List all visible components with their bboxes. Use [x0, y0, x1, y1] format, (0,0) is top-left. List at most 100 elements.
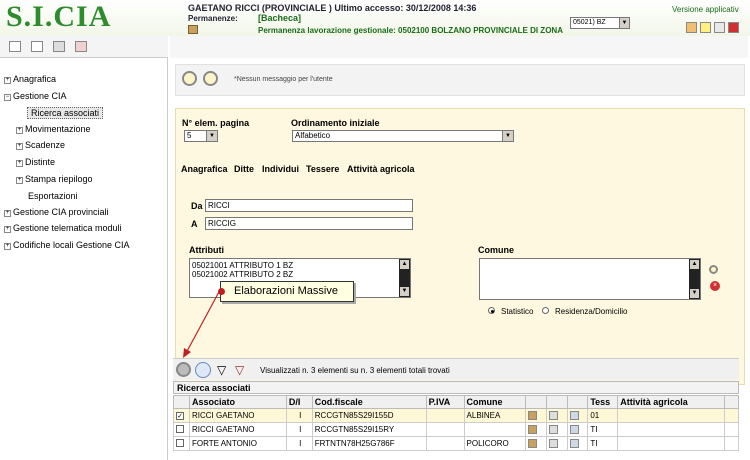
tree-item-scadenze[interactable]: + Scadenze [16, 140, 65, 150]
col-tess[interactable]: Tess [587, 395, 619, 409]
table-row[interactable]: FORTE ANTONIO I FRTNTN78H25G786F POLICOR… [173, 436, 740, 451]
search-comune-icon[interactable] [709, 265, 718, 274]
tree-item-ricerca-associati[interactable]: Ricerca associati [27, 107, 104, 119]
attributi-label: Attributi [189, 245, 224, 255]
da-label: Da [191, 201, 203, 211]
chevron-down-icon: ▼ [502, 131, 513, 141]
col-piva[interactable]: P.IVA [425, 395, 465, 409]
results-table: Associato D/I Cod.fiscale P.IVA Comune T… [173, 395, 740, 451]
scroll-up-icon[interactable]: ▲ [690, 260, 699, 269]
expand-icon[interactable]: + [16, 143, 23, 150]
cell-piva [425, 408, 465, 423]
radio-residenza[interactable] [542, 307, 549, 314]
expand-icon[interactable]: + [4, 226, 11, 233]
document-icon[interactable] [53, 41, 65, 52]
tree-item-codifiche-locali[interactable]: + Codifiche locali Gestione CIA [4, 240, 130, 250]
logout-icon[interactable] [728, 22, 739, 33]
scroll-down-icon[interactable]: ▼ [400, 287, 409, 296]
tools-icon[interactable] [570, 425, 580, 435]
office-select[interactable]: 05021) BZ ▼ [570, 17, 630, 29]
page-size-select[interactable]: 5 ▼ [184, 130, 218, 142]
scroll-up-icon[interactable]: ▲ [400, 260, 409, 269]
cell-comune: POLICORO [463, 436, 527, 451]
tools-icon[interactable] [570, 411, 580, 421]
expand-icon[interactable]: + [16, 160, 23, 167]
expand-icon[interactable]: + [4, 77, 11, 84]
results-title: Ricerca associati [173, 381, 739, 394]
tab-individui[interactable]: Individui [262, 164, 299, 174]
tree-item-distinte[interactable]: + Distinte [16, 157, 55, 167]
row-checkbox[interactable] [176, 438, 184, 447]
tab-ditte[interactable]: Ditte [234, 164, 254, 174]
table-row[interactable]: ✓ RICCI GAETANO I RCCGTN85S29I155D ALBIN… [173, 408, 740, 423]
scrollbar[interactable]: ▲ ▼ [399, 259, 410, 297]
tree-item-gestione-cia-provinciali[interactable]: + Gestione CIA provinciali [4, 207, 109, 217]
a-input[interactable]: RICCIG [205, 217, 413, 230]
radio-statistico[interactable] [488, 307, 495, 314]
scrollbar[interactable]: ▲ ▼ [689, 259, 700, 299]
building-icon [188, 25, 198, 34]
gear-icon[interactable] [176, 362, 191, 377]
tree-item-gestione-telematica-moduli[interactable]: + Gestione telematica moduli [4, 223, 122, 233]
tab-attivita-agricola[interactable]: Attività agricola [347, 164, 415, 174]
list-item[interactable]: 05021001 ATTRIBUTO 1 BZ [192, 261, 408, 270]
collapse-all-icon[interactable] [31, 41, 43, 52]
expand-icon[interactable]: + [4, 210, 11, 217]
office-select-value: 05021) BZ [573, 19, 606, 26]
filter-icon[interactable]: ▽ [217, 364, 226, 376]
advanced-search-icon[interactable] [203, 71, 218, 86]
tab-tessere[interactable]: Tessere [306, 164, 339, 174]
person-card-icon[interactable] [528, 439, 538, 449]
cell-associato: RICCI GAETANO [188, 422, 287, 437]
collapse-icon[interactable]: − [4, 94, 11, 101]
books-icon[interactable] [686, 22, 697, 33]
cell-comune: ALBINEA [463, 408, 527, 423]
col-attivita[interactable]: Attività agricola [617, 395, 725, 409]
col-di[interactable]: D/I [285, 395, 313, 409]
note-icon[interactable] [700, 22, 711, 33]
tree-item-anagrafica[interactable]: + Anagrafica [4, 74, 56, 84]
scroll-down-icon[interactable]: ▼ [690, 289, 699, 298]
tree-item-esportazioni[interactable]: Esportazioni [28, 191, 78, 201]
filter-remove-icon[interactable]: ▽ [235, 364, 244, 376]
tree-item-label: Movimentazione [25, 124, 91, 134]
order-label: Ordinamento iniziale [291, 118, 380, 128]
table-row[interactable]: RICCI GAETANO I RCCGTN85S29I15RY TI [173, 422, 740, 437]
col-action-3 [567, 395, 589, 409]
tree-item-stampa-riepilogo[interactable]: + Stampa riepilogo [16, 174, 93, 184]
comune-list[interactable]: ▲ ▼ [479, 258, 701, 300]
cell-cf: RCCGTN85S29I155D [311, 408, 427, 423]
expand-icon[interactable]: + [4, 243, 11, 250]
search-icon[interactable] [182, 71, 197, 86]
tools-icon[interactable] [570, 439, 580, 449]
info-icon[interactable] [195, 362, 211, 378]
tab-anagrafica[interactable]: Anagrafica [181, 164, 228, 174]
detail-icon[interactable] [549, 425, 559, 435]
expand-all-icon[interactable] [9, 41, 21, 52]
tree-item-movimentazione[interactable]: + Movimentazione [16, 124, 91, 134]
clear-comune-icon[interactable]: × [710, 281, 720, 291]
home-icon[interactable] [714, 22, 725, 33]
col-associato[interactable]: Associato [188, 395, 287, 409]
bacheca-link[interactable]: [Bacheca] [258, 13, 301, 23]
print-icon[interactable] [75, 41, 87, 52]
col-comune[interactable]: Comune [463, 395, 527, 409]
cell-attivita [617, 436, 725, 451]
person-card-icon[interactable] [528, 411, 538, 421]
expand-icon[interactable]: + [16, 127, 23, 134]
navigation-tree: + Anagrafica − Gestione CIA Ricerca associ… [0, 58, 168, 460]
person-card-icon[interactable] [528, 425, 538, 435]
expand-icon[interactable]: + [16, 177, 23, 184]
tree-item-gestione-cia[interactable]: − Gestione CIA [4, 91, 67, 101]
cell-cf: FRTNTN78H25G786F [311, 436, 427, 451]
detail-icon[interactable] [549, 439, 559, 449]
results-count: Visualizzati n. 3 elementi su n. 3 eleme… [260, 366, 450, 375]
list-item[interactable]: 05021002 ATTRIBUTO 2 BZ [192, 270, 408, 279]
row-checkbox[interactable] [176, 424, 184, 433]
col-cf[interactable]: Cod.fiscale [311, 395, 427, 409]
detail-icon[interactable] [549, 411, 559, 421]
row-checkbox[interactable]: ✓ [176, 412, 184, 420]
cell-cf: RCCGTN85S29I15RY [311, 422, 427, 437]
da-input[interactable]: RICCI [205, 199, 413, 212]
order-select[interactable]: Alfabetico ▼ [292, 130, 514, 142]
